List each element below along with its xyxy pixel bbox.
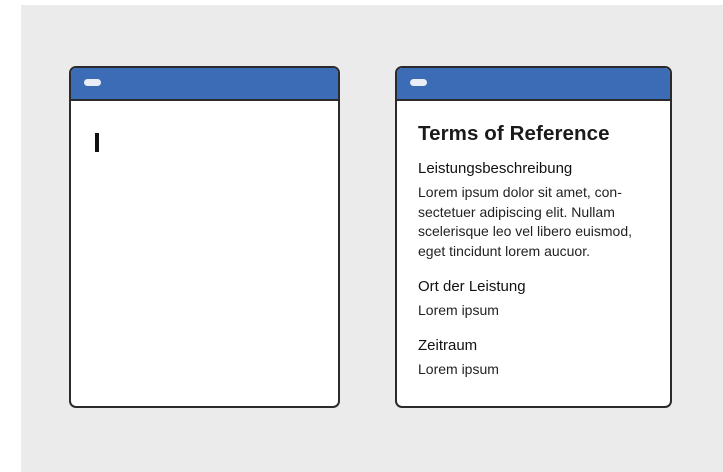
text-cursor-icon: [95, 133, 99, 152]
section-leistungsbeschreibung: Leistungsbeschreibung Lorem ipsum dolor …: [418, 159, 658, 261]
text-line: Lorem ipsum: [418, 360, 499, 377]
section-text: Lorem ipsum: [418, 301, 658, 321]
window-control-pill-icon[interactable]: [410, 79, 427, 86]
document-content: Terms of Reference Leistungsbeschreibung…: [418, 121, 658, 379]
editor-window-empty[interactable]: [69, 66, 340, 408]
section-heading: Ort der Leistung: [418, 278, 526, 295]
document-title: Terms of Reference: [418, 122, 610, 145]
window-titlebar[interactable]: [397, 68, 670, 101]
document-window[interactable]: Terms of Reference Leistungsbeschreibung…: [395, 66, 672, 408]
text-line: Lorem ipsum: [418, 302, 499, 318]
text-line: sectetuer adipiscing elit. Nullam: [418, 203, 615, 220]
section-text: Lorem ipsum dolor sit amet, con- sectetu…: [418, 183, 658, 261]
window-control-pill-icon[interactable]: [84, 79, 101, 86]
text-line: Lorem ipsum dolor sit amet, con-: [418, 184, 622, 200]
text-line: scelerisque leo vel libero euismod,: [418, 223, 632, 239]
section-ort-der-leistung: Ort der Leistung Lorem ipsum: [418, 277, 658, 321]
section-zeitraum: Zeitraum Lorem ipsum: [418, 336, 658, 380]
section-text: Lorem ipsum: [418, 360, 658, 380]
section-heading: Leistungsbeschreibung: [418, 160, 573, 177]
window-titlebar[interactable]: [71, 68, 338, 101]
section-heading: Zeitraum: [418, 336, 478, 354]
text-line: eget tincidunt lorem aucuor.: [418, 242, 590, 259]
